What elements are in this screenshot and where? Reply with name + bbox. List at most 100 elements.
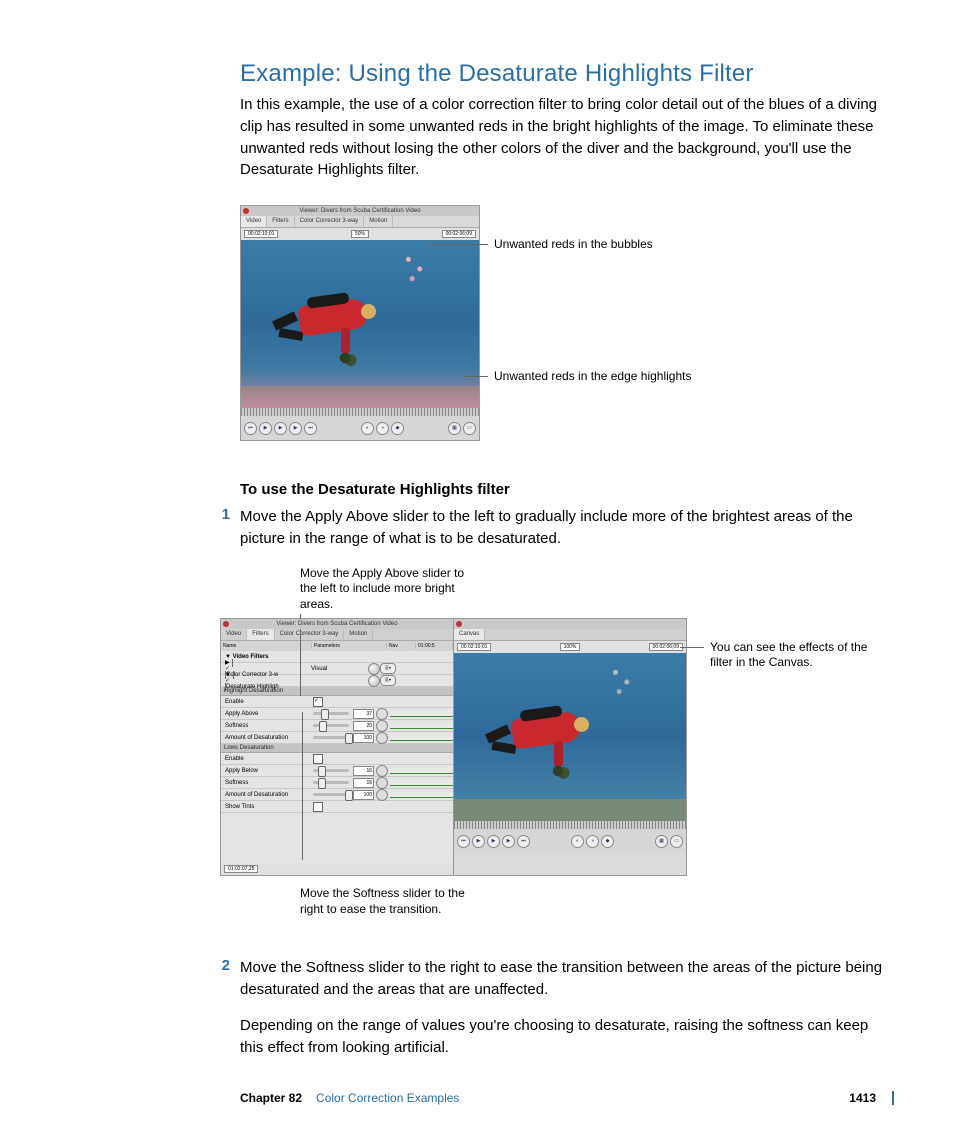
keyframe-icon[interactable] bbox=[376, 777, 388, 789]
bubbles bbox=[397, 245, 435, 293]
tab-filters-2[interactable]: Filters bbox=[247, 629, 274, 640]
param-slider[interactable] bbox=[313, 769, 349, 772]
match-frame-icon[interactable]: ▦ bbox=[655, 835, 668, 848]
next-edit-icon[interactable]: ⏭ bbox=[304, 422, 317, 435]
next-edit-icon[interactable]: ⏭ bbox=[517, 835, 530, 848]
param-label: Amount of Desaturation bbox=[221, 792, 311, 798]
canvas-tc-left[interactable]: 00:02:10;01 bbox=[457, 643, 491, 651]
keyframe-icon[interactable] bbox=[376, 765, 388, 777]
step-2-number: 2 bbox=[216, 957, 230, 1058]
step-2: 2 Move the Softness slider to the right … bbox=[240, 957, 894, 1058]
canvas-tc-right[interactable]: 00:02:06;09 bbox=[649, 643, 683, 651]
canvas-image bbox=[454, 653, 686, 821]
param-value[interactable]: 100 bbox=[353, 790, 374, 800]
zoom-pct[interactable]: 50% bbox=[351, 230, 369, 238]
step-2-extra: Depending on the range of values you're … bbox=[240, 1015, 894, 1059]
footer-bar-icon bbox=[892, 1091, 894, 1105]
param-slider[interactable] bbox=[313, 712, 349, 715]
play-around-icon[interactable]: ▶ bbox=[289, 422, 302, 435]
section-highlight: Highlight Desaturation bbox=[221, 687, 453, 696]
param-value[interactable]: 16 bbox=[353, 766, 374, 776]
keyframe-icon[interactable] bbox=[376, 789, 388, 801]
scrubber[interactable] bbox=[241, 408, 479, 416]
transport-bar: ⏮ ▶ ▶ ▶ ⏭ ◐ ◑ ◆ ▦ ▭ bbox=[241, 416, 479, 440]
param-row: Amount of Desaturation 100 bbox=[221, 732, 453, 744]
param-slider[interactable] bbox=[313, 736, 349, 739]
param-label: Softness bbox=[221, 723, 311, 729]
step-1-number: 1 bbox=[216, 506, 230, 550]
param-slider[interactable] bbox=[313, 793, 349, 796]
viewer-title: Viewer: Divers from Scuba Certification … bbox=[241, 206, 479, 216]
tab-filters[interactable]: Filters bbox=[267, 216, 294, 227]
marker-icon[interactable]: ◆ bbox=[601, 835, 614, 848]
keyframe-icon[interactable] bbox=[376, 720, 388, 732]
footer-chapter: Chapter 82 bbox=[240, 1091, 302, 1105]
callout-edge: Unwanted reds in the edge highlights bbox=[494, 369, 691, 383]
tab-motion[interactable]: Motion bbox=[364, 216, 393, 227]
tc-left[interactable]: 00:02:10;01 bbox=[244, 230, 278, 238]
param-slider[interactable] bbox=[313, 724, 349, 727]
tc-right[interactable]: 00:02:06;09 bbox=[442, 230, 476, 238]
canvas-window: Canvas 00:02:10;01 100% 00:02:06;09 bbox=[454, 618, 687, 876]
play-in-out-icon[interactable]: ▶ bbox=[259, 422, 272, 435]
enable-checkbox[interactable] bbox=[313, 697, 323, 707]
kf-btn[interactable]: 区▾ bbox=[380, 675, 396, 686]
mark-clip-icon[interactable]: ▭ bbox=[670, 835, 683, 848]
param-row: Apply Above37 bbox=[221, 708, 453, 720]
mark-in-icon[interactable]: ◐ bbox=[571, 835, 584, 848]
viewer-window: Viewer: Divers from Scuba Certification … bbox=[240, 205, 480, 441]
figure-1-callouts: Unwanted reds in the bubbles Unwanted re… bbox=[494, 205, 694, 237]
match-frame-icon[interactable]: ▦ bbox=[448, 422, 461, 435]
filters-tc-val[interactable]: 01:02:07;25 bbox=[224, 865, 258, 873]
kf-btn[interactable]: 区▾ bbox=[380, 663, 396, 674]
param-label: Amount of Desaturation bbox=[221, 735, 311, 741]
reset-icon[interactable] bbox=[368, 675, 380, 687]
canvas-zoom[interactable]: 100% bbox=[560, 643, 581, 651]
marker-icon[interactable]: ◆ bbox=[391, 422, 404, 435]
param-slider[interactable] bbox=[313, 781, 349, 784]
mark-out-icon[interactable]: ◑ bbox=[586, 835, 599, 848]
reset-icon[interactable] bbox=[368, 663, 380, 675]
param-value[interactable]: 37 bbox=[353, 709, 374, 719]
param-row: Apply Below 16 bbox=[221, 765, 453, 777]
param-label: Apply Below bbox=[221, 768, 311, 774]
param-row: Softness16 bbox=[221, 777, 453, 789]
tab-canvas[interactable]: Canvas bbox=[454, 629, 485, 640]
play-icon[interactable]: ▶ bbox=[274, 422, 287, 435]
prev-edit-icon[interactable]: ⏮ bbox=[457, 835, 470, 848]
mark-clip-icon[interactable]: ▭ bbox=[463, 422, 476, 435]
param-value[interactable]: 16 bbox=[353, 778, 374, 788]
enable-checkbox[interactable] bbox=[313, 754, 323, 764]
procedure-heading: To use the Desaturate Highlights filter bbox=[240, 481, 894, 498]
param-row: Amount of Desaturation 100 bbox=[221, 789, 453, 801]
filters-tc: 01:02:07;25 bbox=[221, 863, 453, 875]
show-tints-checkbox[interactable] bbox=[313, 802, 323, 812]
canvas-scrubber[interactable] bbox=[454, 821, 686, 829]
filters-header: Name Parameters Nav 01:00:5 bbox=[221, 641, 453, 651]
tab-video[interactable]: Video bbox=[241, 216, 267, 227]
tab-cc3way[interactable]: Color Corrector 3-way bbox=[295, 216, 365, 227]
row-desat-hi[interactable]: ▼ Desaturate Highligh 区▾ bbox=[221, 675, 453, 687]
tab-video-2[interactable]: Video bbox=[221, 629, 247, 640]
section-lows: Lows Desaturation bbox=[221, 744, 453, 753]
mark-out-icon[interactable]: ◑ bbox=[376, 422, 389, 435]
mark-in-icon[interactable]: ◐ bbox=[361, 422, 374, 435]
play-icon[interactable]: ▶ bbox=[502, 835, 515, 848]
prev-edit-icon[interactable]: ⏮ bbox=[244, 422, 257, 435]
canvas-title bbox=[454, 619, 686, 629]
play-icon[interactable]: ▶ bbox=[472, 835, 485, 848]
param-value[interactable]: 100 bbox=[353, 733, 374, 743]
filters-window: Viewer: Divers from Scuba Certification … bbox=[220, 618, 454, 876]
param-row: Softness 20 bbox=[221, 720, 453, 732]
tab-cc3way-2[interactable]: Color Corrector 3-way bbox=[275, 629, 345, 640]
filters-tabs: Video Filters Color Corrector 3-way Moti… bbox=[221, 629, 453, 641]
tab-motion-2[interactable]: Motion bbox=[344, 629, 373, 640]
param-value[interactable]: 20 bbox=[353, 721, 374, 731]
pink-highlights bbox=[241, 368, 479, 408]
keyframe-icon[interactable] bbox=[376, 708, 388, 720]
footer-title: Color Correction Examples bbox=[316, 1091, 459, 1105]
page-footer: Chapter 82 Color Correction Examples 141… bbox=[240, 1091, 894, 1105]
keyframe-icon[interactable] bbox=[376, 732, 388, 744]
play-icon[interactable]: ▶ bbox=[487, 835, 500, 848]
footer-page: 1413 bbox=[849, 1091, 876, 1105]
